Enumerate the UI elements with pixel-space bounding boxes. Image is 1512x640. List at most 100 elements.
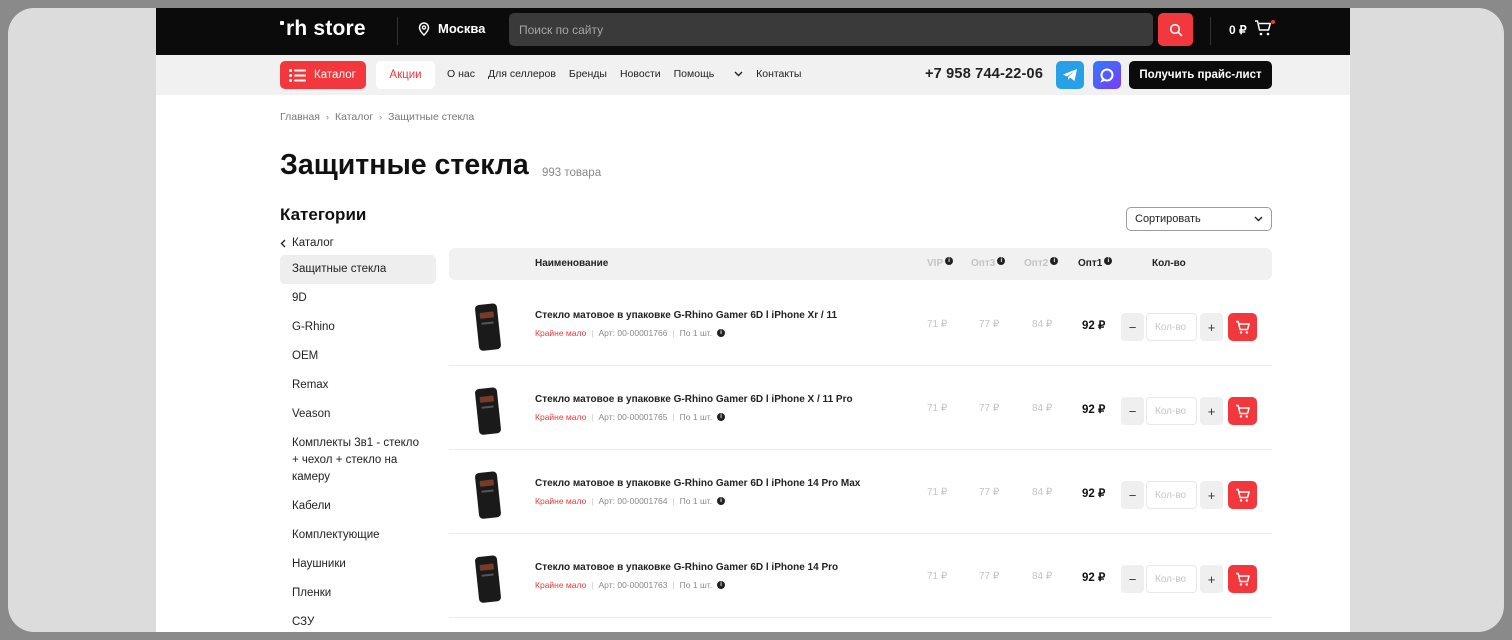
info-icon[interactable]: i <box>997 256 1006 265</box>
info-icon[interactable]: i <box>717 413 726 421</box>
product-image[interactable] <box>473 554 505 604</box>
table-row: Стекло матовое в упаковке G-Rhino Gamer … <box>449 534 1272 618</box>
column-header-qty: Кол-во <box>1152 258 1186 269</box>
cart-icon <box>1235 572 1250 586</box>
add-to-cart-button[interactable] <box>1228 313 1257 341</box>
price-vip: 71 ₽ <box>927 571 948 582</box>
sidebar-item-films[interactable]: Пленки <box>280 579 436 608</box>
table-row: Стекло матовое в упаковке G-Rhino Gamer … <box>449 282 1272 366</box>
page-title: Защитные стекла <box>280 149 529 181</box>
back-to-catalog-link[interactable]: Каталог <box>280 234 436 252</box>
price-vip: 71 ₽ <box>927 319 948 330</box>
column-header-opt2: Опт2 i <box>1024 256 1059 269</box>
search-input[interactable] <box>509 13 1153 46</box>
quantity-decrease-button[interactable]: − <box>1121 481 1144 509</box>
price-opt2: 84 ₽ <box>1032 403 1053 414</box>
sidebar-item-remax[interactable]: Remax <box>280 371 436 400</box>
page: rh store Москва 0 ₽ Каталог Акции О нас … <box>156 8 1350 632</box>
quantity-input[interactable] <box>1146 565 1197 593</box>
quantity-increase-button[interactable]: + <box>1200 397 1223 425</box>
sidebar-item-kits-3in1[interactable]: Комплекты 3в1 - стекло + чехол + стекло … <box>280 429 436 492</box>
breadcrumb-home[interactable]: Главная <box>280 111 320 123</box>
telegram-icon <box>1063 69 1077 81</box>
sidebar-item-chargers[interactable]: СЗУ <box>280 608 436 632</box>
search-button[interactable] <box>1158 13 1193 46</box>
sidebar-item-9d[interactable]: 9D <box>280 284 436 313</box>
info-icon[interactable]: i <box>717 581 726 589</box>
sort-select[interactable]: Сортировать <box>1126 207 1272 231</box>
chevron-down-icon <box>734 71 743 77</box>
column-header-opt3-label: Опт3 <box>971 258 996 269</box>
sidebar-item-components[interactable]: Комплектующие <box>280 521 436 550</box>
phone-number[interactable]: +7 958 744-22-06 <box>925 66 1043 82</box>
price-opt1: 92 ₽ <box>1082 488 1106 500</box>
price-opt3: 77 ₽ <box>979 403 1000 414</box>
breadcrumb: Главная › Каталог › Защитные стекла <box>280 111 474 123</box>
nav-bar: Каталог Акции О нас Для селлеров Бренды … <box>156 55 1350 95</box>
pack-size: По 1 шт. <box>679 328 713 338</box>
add-to-cart-button[interactable] <box>1228 565 1257 593</box>
sidebar-item-headphones[interactable]: Наушники <box>280 550 436 579</box>
get-price-list-button[interactable]: Получить прайс-лист <box>1129 61 1272 89</box>
catalog-button[interactable]: Каталог <box>280 61 366 89</box>
sidebar-item-cables[interactable]: Кабели <box>280 492 436 521</box>
logo[interactable]: rh store <box>280 17 366 41</box>
cart-button[interactable] <box>1254 19 1272 42</box>
product-image[interactable] <box>473 470 505 520</box>
quantity-decrease-button[interactable]: − <box>1121 313 1144 341</box>
product-sku: Арт: 00-00001766 <box>598 328 668 338</box>
column-header-opt1-label: Опт1 <box>1078 258 1103 269</box>
nav-link-help-label: Помощь <box>673 68 715 80</box>
window-frame: rh store Москва 0 ₽ Каталог Акции О нас … <box>8 8 1504 632</box>
quantity-input[interactable] <box>1146 313 1197 341</box>
location-pin-icon <box>418 21 430 36</box>
stock-status: Крайне мало <box>535 580 587 590</box>
quantity-increase-button[interactable]: + <box>1200 313 1223 341</box>
info-icon[interactable]: i <box>945 256 954 265</box>
info-icon[interactable]: i <box>1050 256 1059 265</box>
nav-link-sellers[interactable]: Для селлеров <box>488 68 556 80</box>
price-opt1: 92 ₽ <box>1082 320 1106 332</box>
telegram-button[interactable] <box>1056 61 1084 89</box>
city-selector[interactable]: Москва <box>418 21 485 36</box>
nav-link-brands[interactable]: Бренды <box>569 68 607 80</box>
cart-total[interactable]: 0 ₽ <box>1229 23 1247 37</box>
max-messenger-button[interactable] <box>1093 61 1121 89</box>
sidebar-item-oem[interactable]: OEM <box>280 342 436 371</box>
sidebar-item-g-rhino[interactable]: G-Rhino <box>280 313 436 342</box>
product-name[interactable]: Стекло матовое в упаковке G-Rhino Gamer … <box>535 562 838 573</box>
add-to-cart-button[interactable] <box>1228 481 1257 509</box>
meta-divider: | <box>591 496 594 506</box>
info-icon[interactable]: i <box>1104 256 1113 265</box>
product-name[interactable]: Стекло матовое в упаковке G-Rhino Gamer … <box>535 478 860 489</box>
product-image[interactable] <box>473 386 505 436</box>
product-name[interactable]: Стекло матовое в упаковке G-Rhino Gamer … <box>535 310 837 321</box>
product-image[interactable] <box>473 302 505 352</box>
add-to-cart-button[interactable] <box>1228 397 1257 425</box>
product-name[interactable]: Стекло матовое в упаковке G-Rhino Gamer … <box>535 394 853 405</box>
info-icon[interactable]: i <box>717 329 726 337</box>
nav-link-news[interactable]: Новости <box>620 68 661 80</box>
breadcrumb-catalog[interactable]: Каталог <box>335 111 373 123</box>
quantity-input[interactable] <box>1146 481 1197 509</box>
quantity-decrease-button[interactable]: − <box>1121 397 1144 425</box>
nav-link-help[interactable]: Помощь <box>674 68 743 80</box>
price-opt2: 84 ₽ <box>1032 487 1053 498</box>
quantity-input[interactable] <box>1146 397 1197 425</box>
nav-link-about[interactable]: О нас <box>447 68 475 80</box>
promo-button[interactable]: Акции <box>376 61 435 89</box>
quantity-increase-button[interactable]: + <box>1200 565 1223 593</box>
table-header: Наименование VIP i Опт3 i Опт2 i Опт1 i Кол-… <box>449 248 1272 280</box>
divider <box>397 17 398 45</box>
back-link-label: Каталог <box>292 237 334 249</box>
nav-link-contacts[interactable]: Контакты <box>756 68 801 80</box>
price-opt3: 77 ₽ <box>979 319 1000 330</box>
info-icon[interactable]: i <box>717 497 726 505</box>
sidebar-item-protective-glass[interactable]: Защитные стекла <box>280 255 436 284</box>
chevron-left-icon <box>280 239 286 247</box>
quantity-increase-button[interactable]: + <box>1200 481 1223 509</box>
sidebar-item-veason[interactable]: Veason <box>280 400 436 429</box>
quantity-decrease-button[interactable]: − <box>1121 565 1144 593</box>
cart-icon <box>1235 320 1250 334</box>
meta-divider: | <box>672 496 675 506</box>
